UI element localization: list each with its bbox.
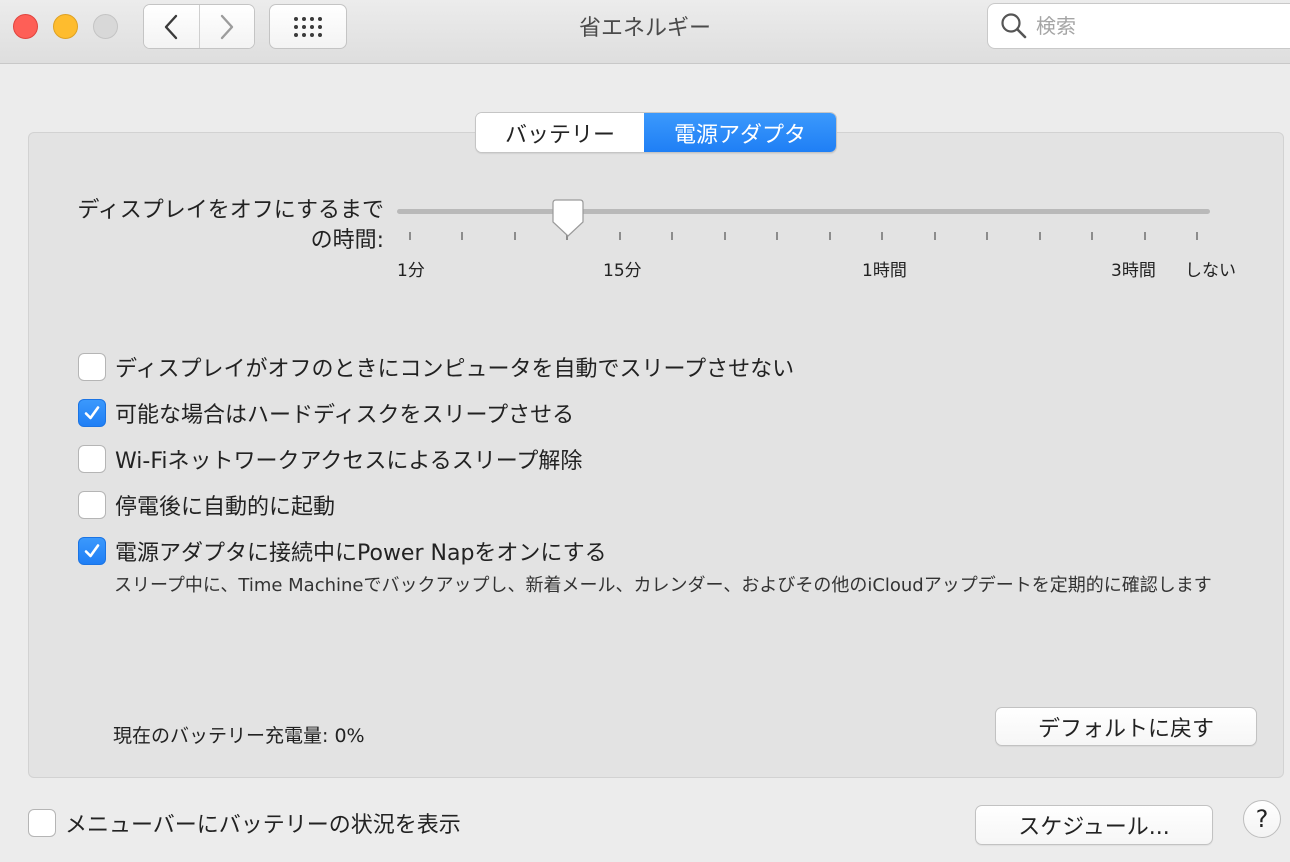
chevron-left-icon [165, 14, 178, 39]
grid-icon [294, 16, 322, 37]
slider-tick [1091, 232, 1094, 240]
close-window-button[interactable] [13, 14, 38, 39]
title-bar: 省エネルギー [0, 0, 1290, 64]
option-prevent-auto-sleep[interactable]: ディスプレイがオフのときにコンピュータを自動でスリープさせない [78, 352, 794, 382]
option-label: 可能な場合はハードディスクをスリープさせる [115, 403, 575, 428]
checkmark-icon [84, 544, 100, 558]
checkmark-icon [84, 406, 100, 420]
slider-tick [986, 232, 989, 240]
option-label: 停電後に自動的に起動 [115, 495, 336, 520]
battery-charge-status: 現在のバッテリー充電量: 0% [113, 725, 365, 747]
option-label: メニューバーにバッテリーの状況を表示 [65, 813, 461, 838]
slider-tick [881, 232, 884, 240]
tick-label-1min: 1分 [397, 261, 425, 281]
checkbox-prevent-auto-sleep[interactable] [78, 353, 106, 381]
help-button[interactable]: ? [1243, 800, 1281, 838]
chevron-right-icon [220, 14, 233, 39]
navigation-group [143, 4, 255, 49]
back-button[interactable] [144, 5, 199, 48]
display-sleep-label-line2: の時間: [310, 228, 384, 253]
slider-tick [513, 232, 516, 240]
power-nap-description: スリープ中に、Time Machineでバックアップし、新着メール、カレンダー、… [114, 575, 1212, 596]
search-field[interactable] [987, 3, 1290, 49]
checkbox-start-after-power-failure[interactable] [78, 491, 106, 519]
slider-tick [1038, 232, 1041, 240]
slider-tick [618, 232, 621, 240]
slider-tick [409, 232, 411, 240]
slider-tick [671, 232, 674, 240]
display-sleep-slider-thumb[interactable] [551, 198, 585, 238]
slider-tick [828, 232, 831, 240]
option-show-battery-in-menubar[interactable]: メニューバーにバッテリーの状況を表示 [28, 808, 461, 838]
zoom-window-button[interactable] [93, 14, 118, 39]
display-sleep-slider-track[interactable] [397, 209, 1210, 214]
restore-defaults-button[interactable]: デフォルトに戻す [995, 707, 1257, 746]
option-label: ディスプレイがオフのときにコンピュータを自動でスリープさせない [115, 357, 795, 382]
tick-label-15min: 15分 [603, 261, 642, 281]
slider-tick [1143, 232, 1146, 240]
tab-power-adapter[interactable]: 電源アダプタ [644, 113, 836, 152]
option-label: 電源アダプタに接続中にPower Napをオンにする [115, 541, 607, 566]
display-sleep-label: ディスプレイをオフにするまで の時間: [40, 196, 384, 256]
checkbox-show-battery-in-menubar[interactable] [28, 809, 56, 837]
slider-tick [776, 232, 779, 240]
tab-battery[interactable]: バッテリー [476, 113, 644, 152]
tick-label-3hours: 3時間 [1111, 261, 1156, 281]
option-start-after-power-failure[interactable]: 停電後に自動的に起動 [78, 490, 335, 520]
option-power-nap[interactable]: 電源アダプタに接続中にPower Napをオンにする [78, 536, 607, 566]
tick-label-never: しない [1185, 261, 1236, 281]
search-input[interactable] [1036, 14, 1276, 38]
forward-button[interactable] [198, 5, 254, 48]
power-source-tabs: バッテリー 電源アダプタ [475, 112, 837, 153]
checkbox-hard-disk-sleep[interactable] [78, 399, 106, 427]
option-wake-for-wifi[interactable]: Wi-Fiネットワークアクセスによるスリープ解除 [78, 444, 582, 474]
show-all-button[interactable] [269, 4, 347, 49]
checkbox-power-nap[interactable] [78, 537, 106, 565]
search-icon [1001, 13, 1027, 39]
minimize-window-button[interactable] [53, 14, 78, 39]
slider-tick [461, 232, 464, 240]
slider-tick [933, 232, 936, 240]
option-label: Wi-Fiネットワークアクセスによるスリープ解除 [115, 449, 583, 474]
display-sleep-label-line1: ディスプレイをオフにするまで [77, 198, 384, 223]
tick-label-1hour: 1時間 [862, 261, 907, 281]
slider-tick [1196, 232, 1198, 240]
option-hard-disk-sleep[interactable]: 可能な場合はハードディスクをスリープさせる [78, 398, 574, 428]
slider-tick [723, 232, 726, 240]
schedule-button[interactable]: スケジュール... [975, 805, 1213, 845]
checkbox-wake-for-wifi[interactable] [78, 445, 106, 473]
